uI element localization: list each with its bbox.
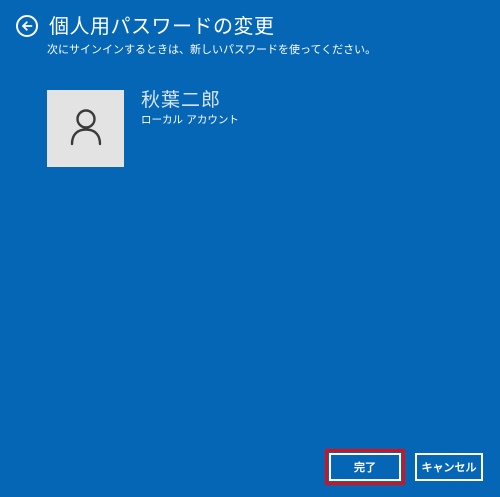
user-icon [69, 108, 103, 150]
account-info: 秋葉二郎 ローカル アカウント [141, 89, 239, 127]
cancel-button[interactable]: キャンセル [415, 453, 483, 481]
finish-button[interactable]: 完了 [329, 453, 401, 481]
avatar [47, 90, 124, 167]
header: 個人用パスワードの変更 [16, 13, 275, 39]
back-arrow-icon [21, 20, 33, 32]
change-password-dialog: 個人用パスワードの変更 次にサインインするときは、新しいパスワードを使ってくださ… [0, 0, 500, 497]
page-title: 個人用パスワードの変更 [49, 14, 275, 38]
instruction-text: 次にサインインするときは、新しいパスワードを使ってください。 [47, 43, 377, 56]
account-type: ローカル アカウント [141, 114, 239, 126]
back-button[interactable] [16, 15, 38, 37]
user-name: 秋葉二郎 [141, 89, 222, 111]
account-card: 秋葉二郎 ローカル アカウント [47, 89, 239, 167]
